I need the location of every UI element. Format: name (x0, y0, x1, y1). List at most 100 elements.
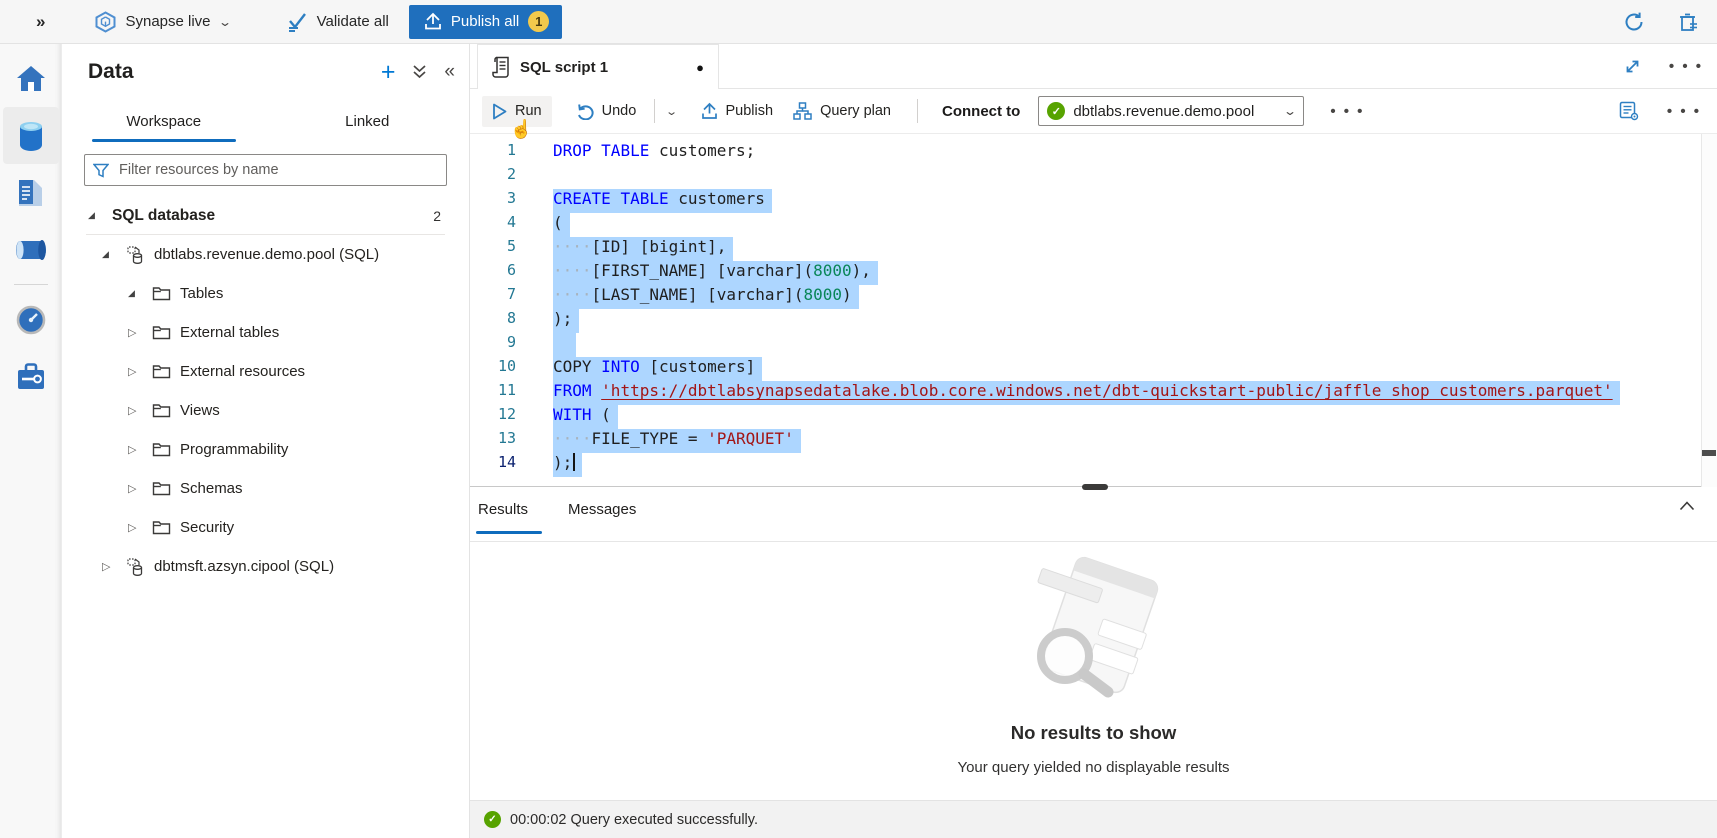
editor-scrollbar[interactable] (1701, 134, 1717, 487)
publish-all-button[interactable]: Publish all 1 (409, 5, 562, 39)
line-number[interactable]: 10 (470, 357, 516, 381)
line-number[interactable]: 7 (470, 285, 516, 309)
mode-selector[interactable]: Synapse live ⌄ (95, 11, 229, 33)
tree-item[interactable]: ◢Tables (62, 274, 469, 313)
upload-icon (424, 12, 442, 31)
line-number[interactable]: 14 (470, 453, 516, 477)
develop-icon[interactable] (3, 164, 59, 221)
line-number[interactable]: 2 (470, 165, 516, 189)
tab-more-actions-icon[interactable]: • • • (1669, 58, 1703, 75)
query-plan-label: Query plan (820, 103, 891, 119)
expanded-twisty-icon[interactable]: ◢ (102, 249, 126, 260)
line-number[interactable]: 11 (470, 381, 516, 405)
filter-input[interactable] (117, 161, 438, 179)
code-token: ), (852, 261, 871, 280)
tab-sql-script-1[interactable]: SQL script 1 ● (477, 44, 719, 89)
code-line-6[interactable]: 6····[FIRST_NAME] [varchar](8000), (470, 261, 1717, 285)
mode-label: Synapse live (125, 13, 210, 30)
collapsed-twisty-icon[interactable]: ▷ (128, 404, 152, 417)
code-line-5[interactable]: 5····[ID] [bigint], (470, 237, 1717, 261)
expanded-twisty-icon[interactable]: ◢ (88, 210, 112, 221)
discard-trash-icon[interactable] (1675, 9, 1701, 35)
collapsed-twisty-icon[interactable]: ▷ (128, 443, 152, 456)
tree-item[interactable]: ▷Schemas (62, 469, 469, 508)
collapsed-twisty-icon[interactable]: ▷ (128, 482, 152, 495)
chevron-down-icon: ⌄ (218, 15, 232, 29)
pool-status-ok-icon: ✓ (1047, 102, 1065, 120)
line-number[interactable]: 13 (470, 429, 516, 453)
manage-icon[interactable] (3, 348, 59, 405)
code-line-7[interactable]: 7····[LAST_NAME] [varchar](8000) (470, 285, 1717, 309)
line-number[interactable]: 4 (470, 213, 516, 237)
code-token: DROP (553, 141, 592, 160)
collapsed-twisty-icon[interactable]: ▷ (128, 365, 152, 378)
line-number[interactable]: 12 (470, 405, 516, 429)
run-options-chevron-icon[interactable]: ⌄ (665, 105, 678, 118)
splitter-handle[interactable] (1082, 484, 1108, 490)
toolbar-more-icon[interactable]: • • • (1330, 103, 1364, 120)
code-token: ···· (553, 429, 592, 448)
code-line-3[interactable]: 3CREATE TABLE customers (470, 189, 1717, 213)
tab-results[interactable]: Results (478, 501, 528, 518)
data-icon[interactable] (3, 107, 59, 164)
line-number[interactable]: 8 (470, 309, 516, 333)
code-line-13[interactable]: 13 ····FILE_TYPE = 'PARQUET' (470, 429, 1717, 453)
scrollbar-thumb[interactable] (1702, 450, 1716, 456)
run-button[interactable]: Run (482, 96, 552, 127)
code-line-9[interactable]: 9 (470, 333, 1717, 357)
undo-button[interactable]: Undo (566, 96, 647, 127)
folder-icon (152, 520, 180, 535)
tree-item[interactable]: ◢dbtlabs.revenue.demo.pool (SQL) (62, 235, 469, 274)
line-number[interactable]: 1 (470, 141, 516, 165)
collapsed-twisty-icon[interactable]: ▷ (128, 521, 152, 534)
sql-editor[interactable]: 1DROP TABLE customers;23CREATE TABLE cus… (470, 134, 1717, 487)
pool-select-dropdown[interactable]: ✓ dbtlabs.revenue.demo.pool ⌄ (1038, 96, 1304, 126)
tree-item[interactable]: ▷Views (62, 391, 469, 430)
tree-item[interactable]: ▷External resources (62, 352, 469, 391)
code-line-10[interactable]: 10COPY INTO [customers] (470, 357, 1717, 381)
code-text: WITH ( (553, 405, 618, 429)
line-number[interactable]: 5 (470, 237, 516, 261)
expand-editor-icon[interactable] (1622, 56, 1643, 77)
tab-linked[interactable]: Linked (266, 102, 470, 140)
toolbar-overflow-icon[interactable]: • • • (1667, 103, 1701, 120)
collapsed-twisty-icon[interactable]: ▷ (128, 326, 152, 339)
expand-menu-icon[interactable]: » (30, 10, 51, 34)
code-line-14[interactable]: 14); (470, 453, 1717, 477)
expanded-twisty-icon[interactable]: ◢ (128, 288, 152, 299)
publish-button[interactable]: Publish (691, 95, 784, 127)
collapse-all-icon[interactable] (412, 64, 427, 80)
add-resource-icon[interactable]: + (381, 62, 396, 82)
active-tab-underline (476, 531, 542, 534)
tree-item[interactable]: ▷Programmability (62, 430, 469, 469)
code-line-12[interactable]: 12 WITH ( (470, 405, 1717, 429)
code-token: [LAST_NAME] [varchar]( (592, 285, 804, 304)
code-line-11[interactable]: 11FROM 'https://dbtlabsynapsedatalake.bl… (470, 381, 1717, 405)
home-icon[interactable] (3, 50, 59, 107)
tab-workspace[interactable]: Workspace (62, 102, 266, 140)
monitor-icon[interactable] (3, 291, 59, 348)
collapse-panel-icon[interactable]: « (444, 61, 455, 83)
code-line-2[interactable]: 2 (470, 165, 1717, 189)
tab-messages[interactable]: Messages (568, 501, 636, 518)
properties-icon[interactable] (1617, 99, 1641, 123)
line-number[interactable]: 6 (470, 261, 516, 285)
code-line-1[interactable]: 1DROP TABLE customers; (470, 141, 1717, 165)
tree-item[interactable]: ▷dbtmsft.azsyn.cipool (SQL) (62, 547, 469, 586)
validate-all-button[interactable]: Validate all (282, 8, 393, 36)
line-number[interactable]: 9 (470, 333, 516, 357)
collapse-results-chevron-icon[interactable] (1679, 501, 1695, 511)
document-tab-bar: SQL script 1 ● • • • (470, 44, 1717, 89)
tree-item[interactable]: ◢SQL database2 (62, 196, 469, 235)
refresh-icon[interactable] (1621, 9, 1647, 35)
tree-item-label: External tables (180, 324, 279, 341)
code-text: ····FILE_TYPE = 'PARQUET' (553, 429, 801, 453)
code-line-4[interactable]: 4( (470, 213, 1717, 237)
integrate-icon[interactable] (3, 221, 59, 278)
code-line-8[interactable]: 8); (470, 309, 1717, 333)
tree-item[interactable]: ▷ External tables (62, 313, 469, 352)
line-number[interactable]: 3 (470, 189, 516, 213)
collapsed-twisty-icon[interactable]: ▷ (102, 560, 126, 573)
query-plan-button[interactable]: Query plan (783, 95, 901, 127)
tree-item[interactable]: ▷Security (62, 508, 469, 547)
